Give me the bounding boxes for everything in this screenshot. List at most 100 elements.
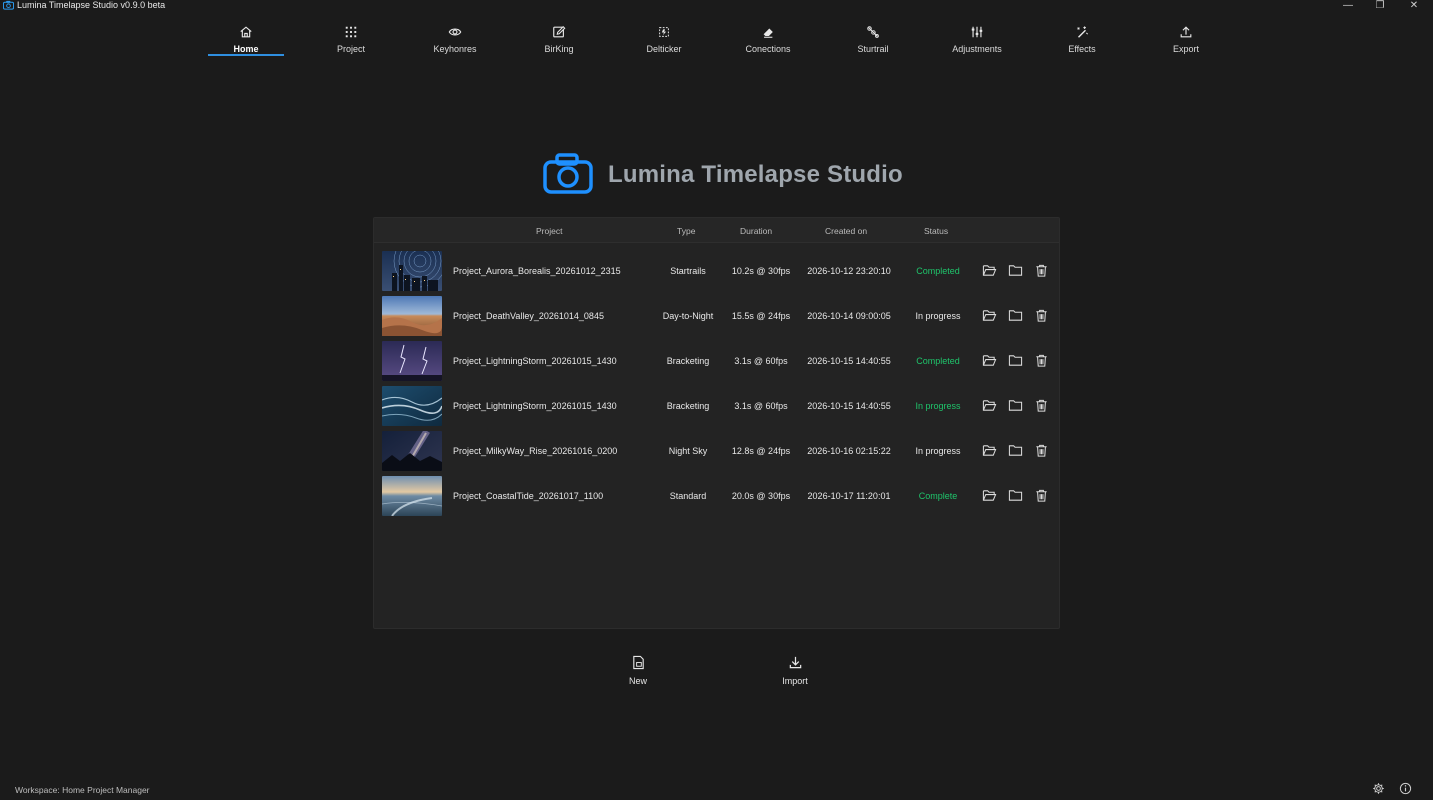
tab-adjustments[interactable]: Adjustments (937, 22, 1017, 54)
trash-icon (1036, 444, 1047, 457)
trash-icon (1036, 264, 1047, 277)
magic-wand-icon (1077, 26, 1089, 38)
delete-button[interactable] (1034, 398, 1049, 413)
tab-export-label: Export (1172, 44, 1199, 54)
title-bar: Lumina Timelapse Studio v0.9.0 beta — ❐ … (0, 0, 1433, 12)
tab-home-label: Home (233, 44, 259, 54)
column-duration[interactable]: Duration (740, 226, 772, 236)
folder-icon (1008, 490, 1023, 501)
open-folder-icon (982, 355, 997, 366)
project-created: 2026-10-15 14:40:55 (807, 401, 891, 411)
tab-project[interactable]: Project (311, 22, 391, 54)
maximize-button[interactable]: ❐ (1372, 0, 1388, 11)
open-folder-button[interactable] (982, 308, 997, 323)
open-folder-button[interactable] (982, 443, 997, 458)
project-type: Bracketing (666, 356, 710, 366)
folder-icon (1008, 445, 1023, 456)
import-button[interactable]: Import (765, 655, 825, 686)
column-status[interactable]: Status (924, 226, 948, 236)
project-thumbnail (382, 476, 442, 516)
trash-icon (1036, 354, 1047, 367)
tab-delticker[interactable]: Delticker (624, 22, 704, 54)
tab-keyhonres-label: Keyhonres (433, 44, 477, 54)
tab-delticker-label: Delticker (646, 44, 682, 54)
project-duration: 3.1s @ 60fps (734, 356, 788, 366)
active-tab-indicator (208, 54, 284, 56)
delete-button[interactable] (1034, 353, 1049, 368)
project-created: 2026-10-14 09:00:05 (807, 311, 891, 321)
project-status: In progress (915, 446, 961, 456)
project-created: 2026-10-16 02:15:22 (807, 446, 891, 456)
folder-icon (1008, 355, 1023, 366)
eye-icon (448, 28, 462, 36)
project-thumbnail (382, 251, 442, 291)
open-folder-icon (982, 400, 997, 411)
folder-button[interactable] (1008, 353, 1023, 368)
project-created: 2026-10-12 23:20:10 (807, 266, 891, 276)
folder-icon (1008, 265, 1023, 276)
table-row[interactable]: Project_Aurora_Borealis_20261012_2315 St… (374, 251, 1059, 295)
new-button-label: New (628, 676, 647, 686)
delete-button[interactable] (1034, 488, 1049, 503)
open-folder-button[interactable] (982, 398, 997, 413)
home-icon (240, 26, 252, 38)
project-duration: 20.0s @ 30fps (731, 491, 791, 501)
upload-icon (1180, 26, 1192, 38)
project-status: In progress (915, 401, 961, 411)
info-icon[interactable] (1399, 782, 1412, 795)
column-project[interactable]: Project (536, 226, 562, 236)
project-type: Night Sky (668, 446, 708, 456)
tab-conections[interactable]: Conections (728, 22, 808, 54)
delete-button[interactable] (1034, 443, 1049, 458)
project-status: Completed (916, 356, 960, 366)
gear-icon[interactable] (1372, 782, 1385, 795)
window-title: Lumina Timelapse Studio v0.9.0 beta (17, 0, 166, 10)
project-type: Standard (669, 491, 707, 501)
grid-icon (345, 26, 357, 38)
open-folder-icon (982, 310, 997, 321)
new-project-button[interactable]: New (608, 655, 668, 686)
tab-sturtrail[interactable]: Sturtrail (833, 22, 913, 54)
project-name: Project_LightningStorm_20261015_1430 (453, 356, 617, 366)
open-folder-button[interactable] (982, 353, 997, 368)
tab-keyhonres[interactable]: Keyhonres (415, 22, 495, 54)
startrail-icon (867, 26, 879, 38)
app-heading: Lumina Timelapse Studio (608, 161, 903, 188)
project-status: Complete (918, 491, 958, 501)
table-row[interactable]: Project_CoastalTide_20261017_1100 Standa… (374, 476, 1059, 520)
table-row[interactable]: Project_MilkyWay_Rise_20261016_0200 Nigh… (374, 431, 1059, 475)
folder-button[interactable] (1008, 398, 1023, 413)
trash-icon (1036, 399, 1047, 412)
tab-birking-label: BirKing (544, 44, 574, 54)
folder-button[interactable] (1008, 263, 1023, 278)
column-type[interactable]: Type (677, 226, 695, 236)
delete-button[interactable] (1034, 263, 1049, 278)
workspace-status: Workspace: Home Project Manager (15, 785, 150, 795)
tab-birking[interactable]: BirKing (519, 22, 599, 54)
close-button[interactable]: ✕ (1406, 0, 1422, 11)
project-thumbnail (382, 341, 442, 381)
open-folder-button[interactable] (982, 488, 997, 503)
project-name: Project_CoastalTide_20261017_1100 (453, 491, 604, 501)
tab-effects[interactable]: Effects (1042, 22, 1122, 54)
folder-button[interactable] (1008, 443, 1023, 458)
minimize-button[interactable]: — (1340, 0, 1356, 11)
table-row[interactable]: Project_LightningStorm_20261015_1430 Bra… (374, 341, 1059, 385)
project-duration: 3.1s @ 60fps (734, 401, 788, 411)
open-folder-button[interactable] (982, 263, 997, 278)
project-status: In progress (915, 311, 961, 321)
project-thumbnail (382, 431, 442, 471)
main-toolbar: Home Project Keyhonres BirKing Delticker… (0, 22, 1433, 58)
project-created: 2026-10-17 11:20:01 (807, 491, 891, 501)
deflicker-icon (659, 27, 669, 37)
tab-export[interactable]: Export (1146, 22, 1226, 54)
table-row[interactable]: Project_LightningStorm_20261015_1430 Bra… (374, 386, 1059, 430)
delete-button[interactable] (1034, 308, 1049, 323)
eraser-icon (763, 28, 773, 38)
folder-button[interactable] (1008, 308, 1023, 323)
project-name: Project_Aurora_Borealis_20261012_2315 (453, 266, 621, 276)
folder-button[interactable] (1008, 488, 1023, 503)
tab-home[interactable]: Home (206, 22, 286, 54)
table-row[interactable]: Project_DeathValley_20261014_0845 Day-to… (374, 296, 1059, 340)
column-created[interactable]: Created on (825, 226, 867, 236)
